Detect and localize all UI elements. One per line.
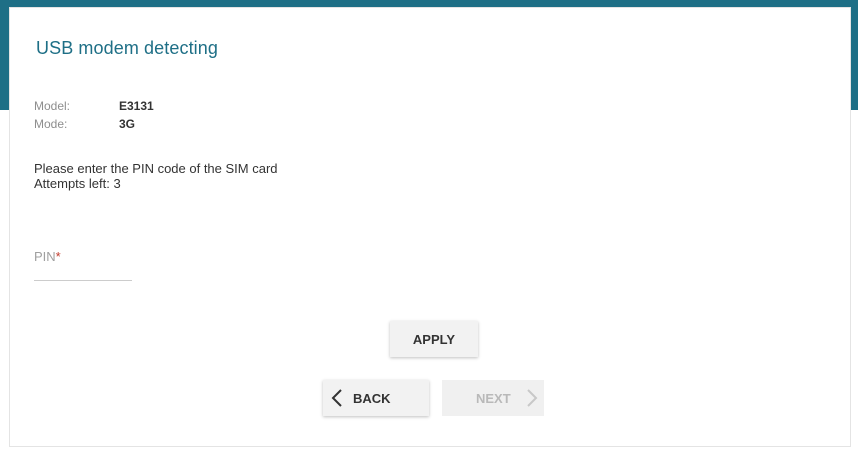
attempts-left: Attempts left: 3 (34, 176, 121, 191)
pin-instruction: Please enter the PIN code of the SIM car… (34, 161, 278, 176)
model-value: E3131 (119, 99, 154, 113)
pin-input[interactable] (34, 262, 132, 281)
chevron-right-icon (527, 389, 538, 407)
apply-button[interactable]: APPLY (390, 321, 478, 357)
back-label: BACK (353, 390, 391, 406)
model-row: Model: E3131 (34, 99, 154, 113)
back-button[interactable]: BACK (323, 380, 429, 416)
page-title: USB modem detecting (36, 38, 218, 58)
model-label: Model: (34, 99, 71, 113)
wizard-panel: USB modem detecting Model: E3131 Mode: 3G … (9, 7, 851, 447)
chevron-left-icon (331, 389, 342, 407)
mode-row: Mode: 3G (34, 117, 135, 131)
mode-label: Mode: (34, 117, 68, 131)
next-label: NEXT (476, 391, 511, 406)
next-button[interactable]: NEXT (442, 380, 544, 416)
mode-value: 3G (119, 117, 136, 131)
